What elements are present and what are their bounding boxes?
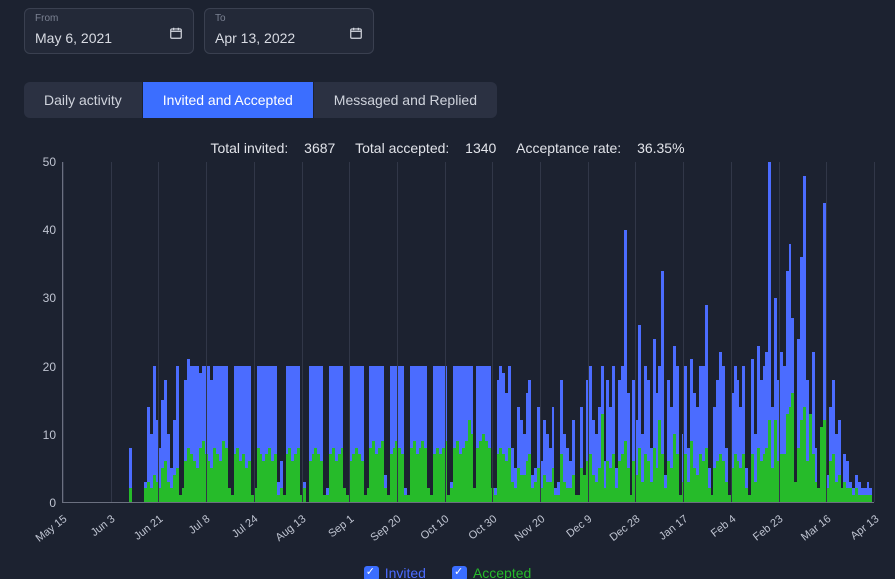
x-tick: Dec 9 xyxy=(565,513,595,540)
legend-accepted-checkbox[interactable] xyxy=(452,566,467,579)
chart-legend: Invited Accepted xyxy=(24,565,871,579)
y-tick: 20 xyxy=(43,360,56,374)
date-from-value: May 6, 2021 xyxy=(35,30,112,46)
total-invited-label: Total invited: xyxy=(210,140,288,156)
x-tick: Jun 21 xyxy=(131,513,164,543)
legend-accepted-label: Accepted xyxy=(473,565,531,579)
acceptance-rate-label: Acceptance rate: xyxy=(516,140,621,156)
y-tick: 10 xyxy=(43,428,56,442)
x-tick: Oct 10 xyxy=(419,513,452,542)
x-tick: Dec 28 xyxy=(608,513,643,544)
x-tick: Jun 3 xyxy=(89,513,118,539)
total-accepted-value: 1340 xyxy=(465,140,496,156)
y-tick: 40 xyxy=(43,223,56,237)
x-tick: Nov 20 xyxy=(512,513,547,544)
x-tick: Oct 30 xyxy=(466,513,499,542)
date-from-input[interactable]: From May 6, 2021 xyxy=(24,8,194,54)
date-to-value: Apr 13, 2022 xyxy=(215,30,295,46)
tab-daily-activity[interactable]: Daily activity xyxy=(24,82,143,118)
legend-invited-checkbox[interactable] xyxy=(364,566,379,579)
x-tick: Jul 8 xyxy=(187,513,213,537)
date-to-label: To xyxy=(215,13,226,24)
x-tick: Aug 13 xyxy=(273,513,308,544)
y-tick: 50 xyxy=(43,155,56,169)
calendar-icon xyxy=(349,26,363,40)
summary-stats: Total invited: 3687 Total accepted: 1340… xyxy=(24,140,871,156)
x-tick: Jul 24 xyxy=(230,513,261,541)
y-tick: 0 xyxy=(49,496,56,510)
legend-accepted-toggle[interactable]: Accepted xyxy=(452,565,531,579)
total-invited-value: 3687 xyxy=(304,140,335,156)
total-accepted-label: Total accepted: xyxy=(355,140,449,156)
x-tick: Mar 16 xyxy=(799,513,833,544)
x-tick: Feb 4 xyxy=(709,513,739,540)
x-tick: Feb 23 xyxy=(751,513,785,544)
x-tick: Sep 1 xyxy=(326,513,356,540)
calendar-icon xyxy=(169,26,183,40)
date-to-input[interactable]: To Apr 13, 2022 xyxy=(204,8,374,54)
bar-column[interactable] xyxy=(869,162,872,502)
legend-invited-toggle[interactable]: Invited xyxy=(364,565,426,579)
chart-area: 01020304050 May 15Jun 3Jun 21Jul 8Jul 24… xyxy=(24,162,874,517)
x-tick: Apr 13 xyxy=(848,513,881,542)
x-tick: Jan 17 xyxy=(657,513,690,543)
y-tick: 30 xyxy=(43,291,56,305)
bar-accepted xyxy=(869,495,872,502)
legend-invited-label: Invited xyxy=(385,565,426,579)
tab-messaged-replied[interactable]: Messaged and Replied xyxy=(314,82,497,118)
date-from-label: From xyxy=(35,13,58,24)
tab-invited-accepted[interactable]: Invited and Accepted xyxy=(143,82,314,118)
acceptance-rate-value: 36.35% xyxy=(637,140,684,156)
report-tabs: Daily activity Invited and Accepted Mess… xyxy=(24,82,497,118)
x-tick: May 15 xyxy=(34,513,70,545)
x-tick: Sep 20 xyxy=(369,513,404,544)
